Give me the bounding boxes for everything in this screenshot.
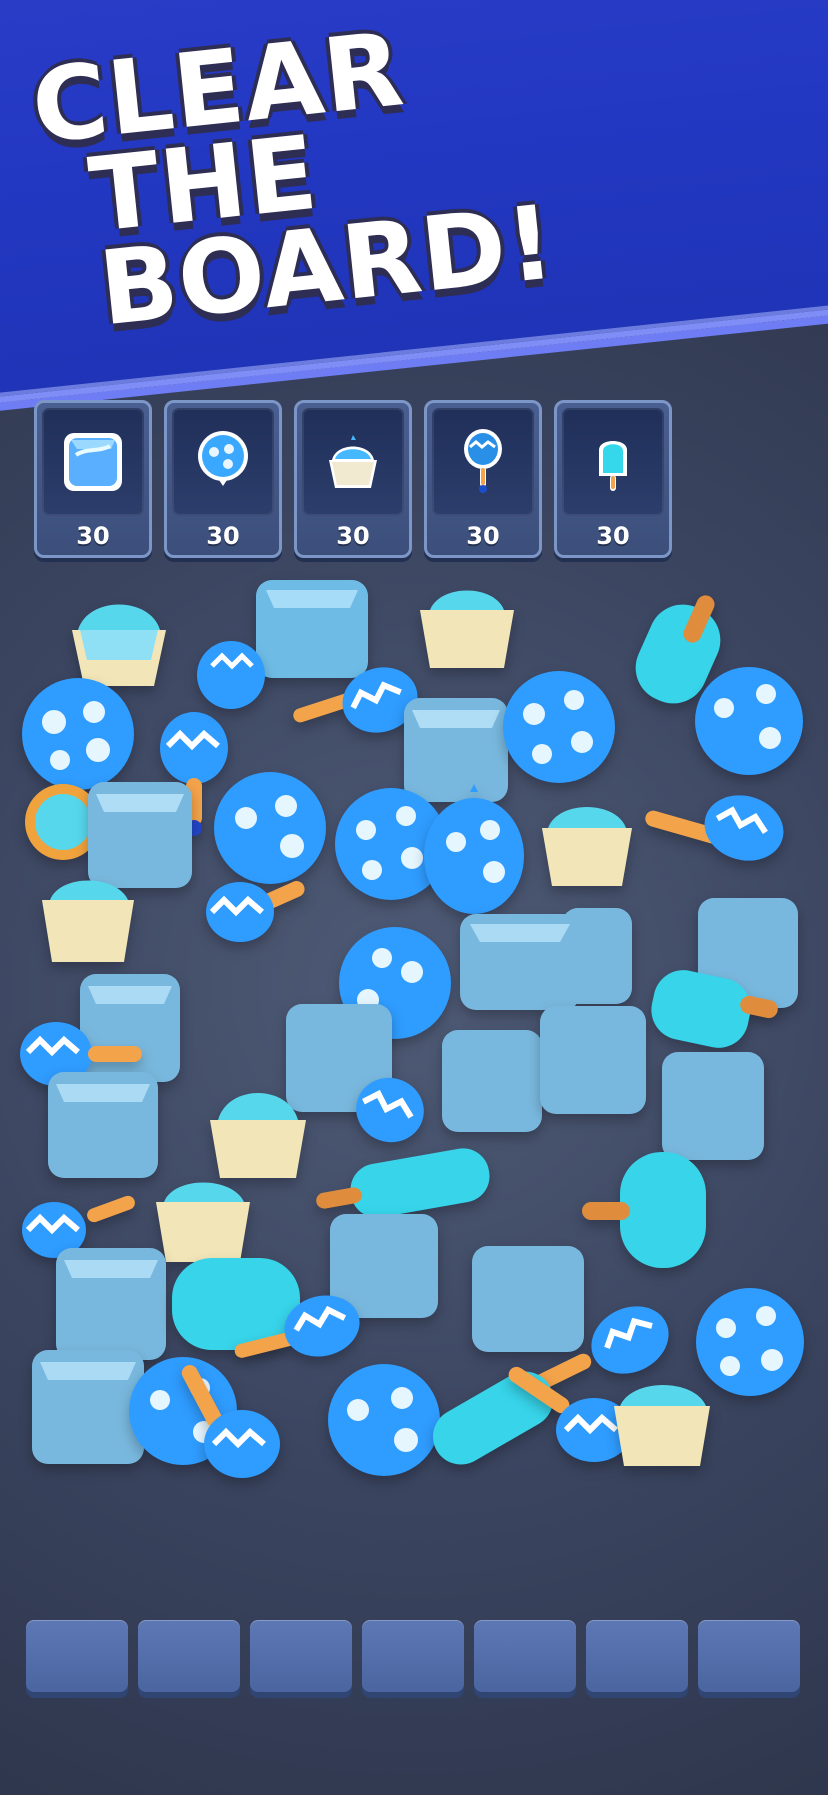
- maraca-tile[interactable]: [184, 864, 314, 960]
- cupcake-icon: [329, 435, 377, 488]
- popsicle-tile[interactable]: [576, 1144, 722, 1276]
- tray-slot[interactable]: [698, 1620, 800, 1692]
- goal-card-maraca: 30: [424, 400, 542, 558]
- goal-card-cupcake: 30: [294, 400, 412, 558]
- tray-slot[interactable]: [362, 1620, 464, 1692]
- game-board: [12, 572, 816, 1532]
- balloon-tile[interactable]: [190, 634, 272, 716]
- balloon-icon: [198, 431, 248, 486]
- goal-panel: 30 30 30 30 30: [34, 400, 672, 558]
- ice-cube-icon: [64, 433, 122, 491]
- tray-slot[interactable]: [474, 1620, 576, 1692]
- maraca-icon: [464, 429, 502, 493]
- goal-icon-wrap: [42, 408, 144, 516]
- goal-card-ice-cube: 30: [34, 400, 152, 558]
- goal-count: 30: [336, 522, 370, 550]
- goal-card-balloon: 30: [164, 400, 282, 558]
- goal-icon-wrap: [172, 408, 274, 516]
- maraca-tile[interactable]: [170, 1352, 296, 1496]
- tray-slot[interactable]: [138, 1620, 240, 1692]
- goal-count: 30: [206, 522, 240, 550]
- goal-count: 30: [76, 522, 110, 550]
- tile-tray: [26, 1620, 800, 1692]
- tray-slot[interactable]: [250, 1620, 352, 1692]
- tray-slot[interactable]: [586, 1620, 688, 1692]
- ice-cube-tile[interactable]: [530, 996, 656, 1124]
- tray-slot[interactable]: [26, 1620, 128, 1692]
- goal-icon-wrap: [562, 408, 664, 516]
- goal-icon-wrap: [302, 408, 404, 516]
- goal-count: 30: [596, 522, 630, 550]
- maraca-tile[interactable]: [628, 774, 798, 886]
- goal-count: 30: [466, 522, 500, 550]
- balloon-tile[interactable]: [496, 664, 622, 790]
- cupcake-tile[interactable]: [32, 866, 148, 974]
- goal-icon-wrap: [432, 408, 534, 516]
- popsicle-icon: [599, 441, 627, 491]
- balloon-tile[interactable]: [688, 660, 810, 782]
- goal-card-popsicle: 30: [554, 400, 672, 558]
- cupcake-tile[interactable]: [602, 1370, 724, 1478]
